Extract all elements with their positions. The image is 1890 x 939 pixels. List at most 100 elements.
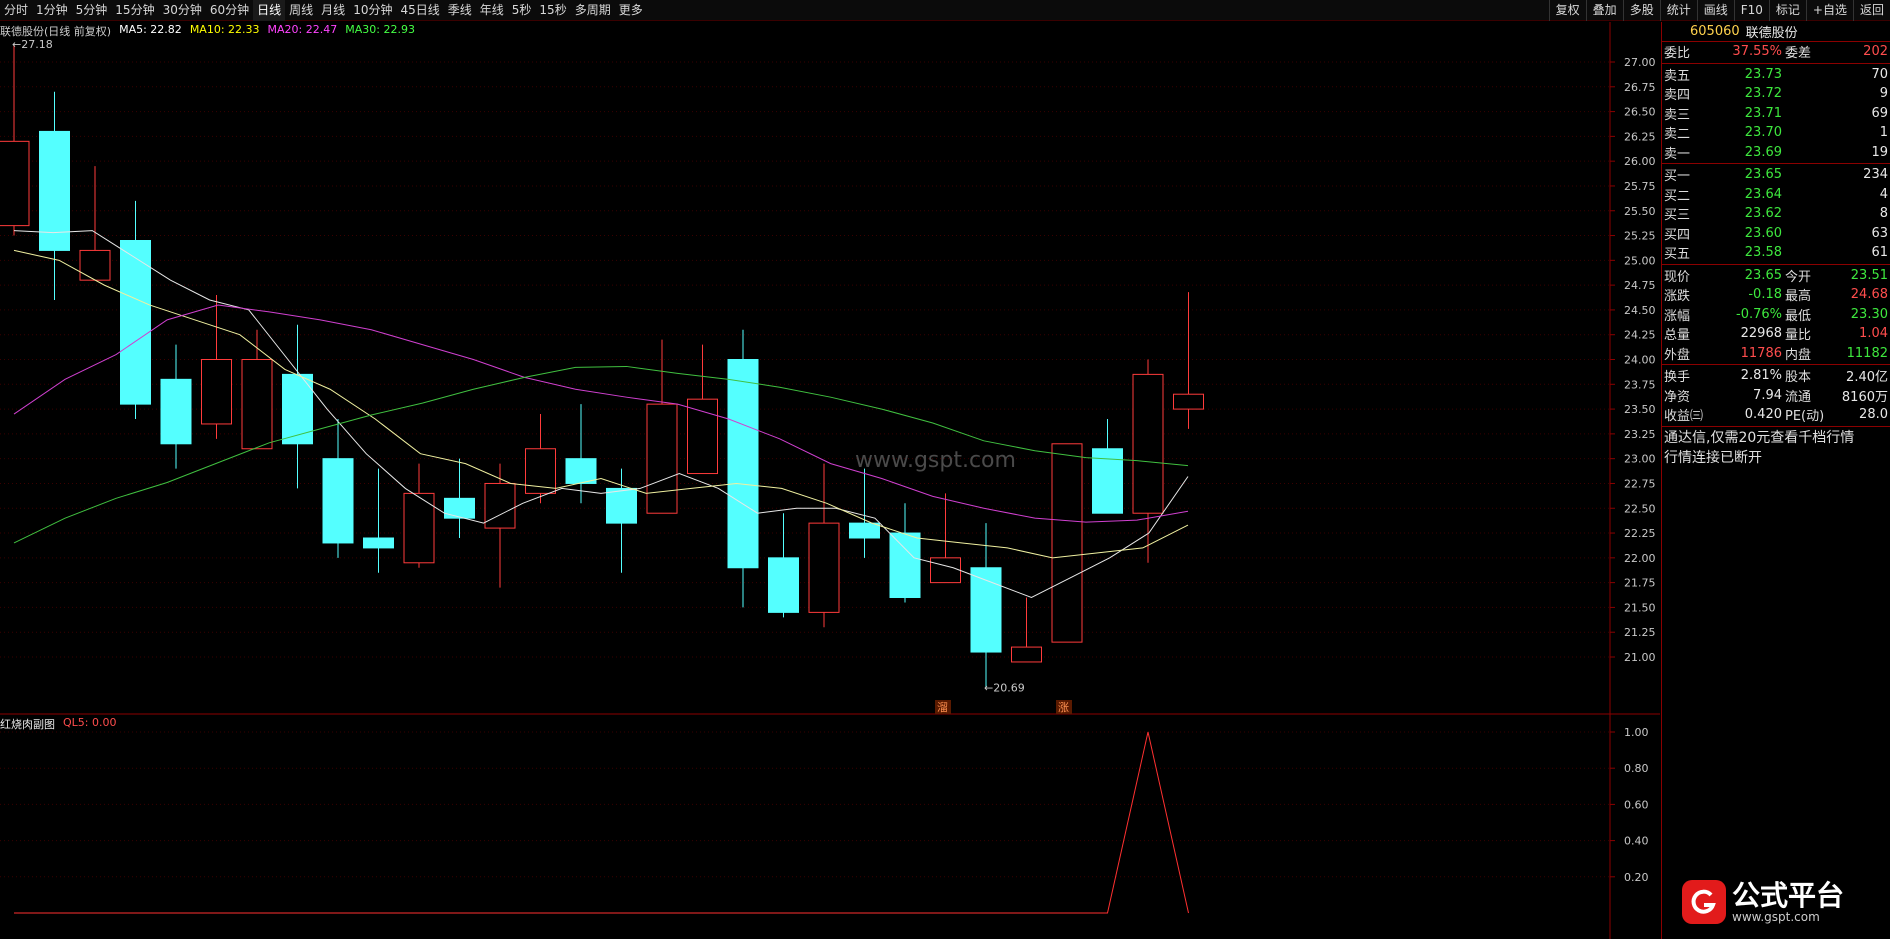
order-volume: 19 [1871,144,1888,160]
ma10-legend: MA10: 22.33 [189,23,260,36]
logo-icon [1682,880,1726,924]
toolbar-button-1[interactable]: 叠加 [1585,0,1623,21]
upgrade-notice[interactable]: 通达信,仅需20元查看千档行情 [1662,428,1890,448]
y-tick-label: 24.75 [1624,279,1656,292]
order-label: 买三 [1664,208,1691,224]
period-tab-0[interactable]: 分时 [0,0,32,21]
weibi-row: 委比 37.55% 委差 202 [1662,42,1890,62]
stat-value: 8160万 [1841,389,1888,405]
toolbar-button-2[interactable]: 多股 [1622,0,1660,21]
stat-value: 0.420 [1744,407,1782,423]
period-tab-3[interactable]: 15分钟 [111,0,158,21]
candle-body [363,537,394,549]
candle-body [849,522,880,539]
y-tick-label: 22.25 [1624,527,1656,540]
toolbar-button-7[interactable]: +自选 [1805,0,1853,21]
y-tick-label: 23.25 [1624,428,1656,441]
quote-panel: 605060 联德股份 委比 37.55% 委差 202 卖五 23.73 70 卖四… [1661,22,1890,939]
sub-legend: 红烧肉副图 QL5: 0.00 [0,716,116,732]
stat-value: 7.94 [1753,387,1782,403]
stat-label: 流通 [1785,389,1812,405]
order-label: 买五 [1664,247,1691,263]
toolbar-button-3[interactable]: 统计 [1659,0,1697,21]
kline-chart[interactable]: 21.00 21.25 21.50 21.75 22.00 22.25 22.50 22.75… [0,22,1660,939]
order-price: 23.60 [1744,225,1782,241]
order-price: 23.58 [1744,245,1782,261]
ql5-legend: QL5: 0.00 [63,716,117,729]
y-tick-label: 25.25 [1624,230,1656,243]
period-tab-4[interactable]: 30分钟 [159,0,206,21]
y-tick-label: 24.00 [1624,354,1656,367]
y-tick-label: 25.50 [1624,205,1656,218]
toolbar-button-6[interactable]: 标记 [1768,0,1806,21]
signal-tag: 涨 [1058,701,1069,714]
order-price: 23.69 [1744,144,1782,160]
stat-value: 2.40亿 [1846,370,1888,386]
site-logo: 公式平台 www.gspt.com [1682,880,1844,924]
period-tab-10[interactable]: 45日线 [396,0,443,21]
stat-value: 1.04 [1859,326,1888,342]
stat-value: 23.51 [1850,267,1888,283]
logo-url: www.gspt.com [1732,910,1820,924]
period-tab-8[interactable]: 月线 [317,0,349,21]
buy-order-row: 买三 23.62 8 [1662,204,1890,224]
toolbar-button-0[interactable]: 复权 [1548,0,1586,21]
buy-order-row: 买一 23.65 234 [1662,165,1890,185]
stat-label: 净资 [1664,389,1691,405]
y-tick-label: 23.50 [1624,403,1656,416]
period-tab-14[interactable]: 15秒 [535,0,570,21]
toolbar-button-5[interactable]: F10 [1733,0,1769,21]
y-tick-label: 25.75 [1624,180,1656,193]
order-price: 23.70 [1744,125,1782,141]
stat-label: 收益㈢ [1664,409,1704,425]
y-tick-label: 26.25 [1624,130,1656,143]
candle-body [79,249,111,281]
toolbar-button-8[interactable]: 返回 [1852,0,1890,21]
chart-area[interactable]: 21.00 21.25 21.50 21.75 22.00 22.25 22.50 22.75… [0,22,1660,939]
candle-body [1011,646,1042,663]
y-tick-label: 23.75 [1624,378,1656,391]
period-tab-15[interactable]: 多周期 [571,0,615,21]
order-volume: 8 [1879,206,1888,222]
candle-body [0,140,30,227]
candle-body [1051,443,1083,643]
weicha-value: 202 [1863,44,1888,60]
period-tab-13[interactable]: 5秒 [508,0,536,21]
stat-label: 换手 [1664,370,1691,386]
order-volume: 61 [1871,245,1888,261]
stat-label: 最低 [1785,308,1812,324]
period-tab-7[interactable]: 周线 [285,0,317,21]
sub-y-tick-label: 1.00 [1624,726,1649,739]
y-tick-label: 26.00 [1624,155,1656,168]
weibi-label: 委比 [1664,46,1691,62]
period-tab-1[interactable]: 1分钟 [32,0,72,21]
high-price-marker: ←27.18 [12,38,53,51]
period-tab-5[interactable]: 60分钟 [206,0,253,21]
period-tab-2[interactable]: 5分钟 [72,0,112,21]
order-price: 23.73 [1744,66,1782,82]
candle-body [808,522,840,613]
period-tab-16[interactable]: 更多 [615,0,647,21]
sub-y-tick-label: 0.20 [1624,871,1649,884]
period-tab-12[interactable]: 年线 [476,0,508,21]
period-tab-6[interactable]: 日线 [253,0,286,21]
stat-row: 涨跌 -0.18 最高 24.68 [1662,285,1890,305]
stat-label: 量比 [1785,328,1812,344]
y-tick-label: 23.00 [1624,453,1656,466]
stat-label: PE(动) [1785,409,1825,425]
buy-orders: 买一 23.65 234 买二 23.64 4 买三 23.62 8 买四 23.60 63 买五 23.… [1662,165,1890,263]
period-tab-11[interactable]: 季线 [444,0,476,21]
y-tick-label: 22.50 [1624,502,1656,515]
y-tick-label: 22.00 [1624,552,1656,565]
order-volume: 70 [1871,66,1888,82]
watermark: www.gspt.com [855,448,1016,473]
candle-body [1173,393,1204,410]
candle-body [889,532,921,598]
y-tick-label: 25.00 [1624,254,1656,267]
candle-body [565,458,597,484]
order-price: 23.62 [1744,206,1782,222]
candle-body [768,557,799,613]
toolbar-button-4[interactable]: 画线 [1696,0,1734,21]
period-tab-9[interactable]: 10分钟 [349,0,396,21]
order-price: 23.64 [1744,186,1782,202]
